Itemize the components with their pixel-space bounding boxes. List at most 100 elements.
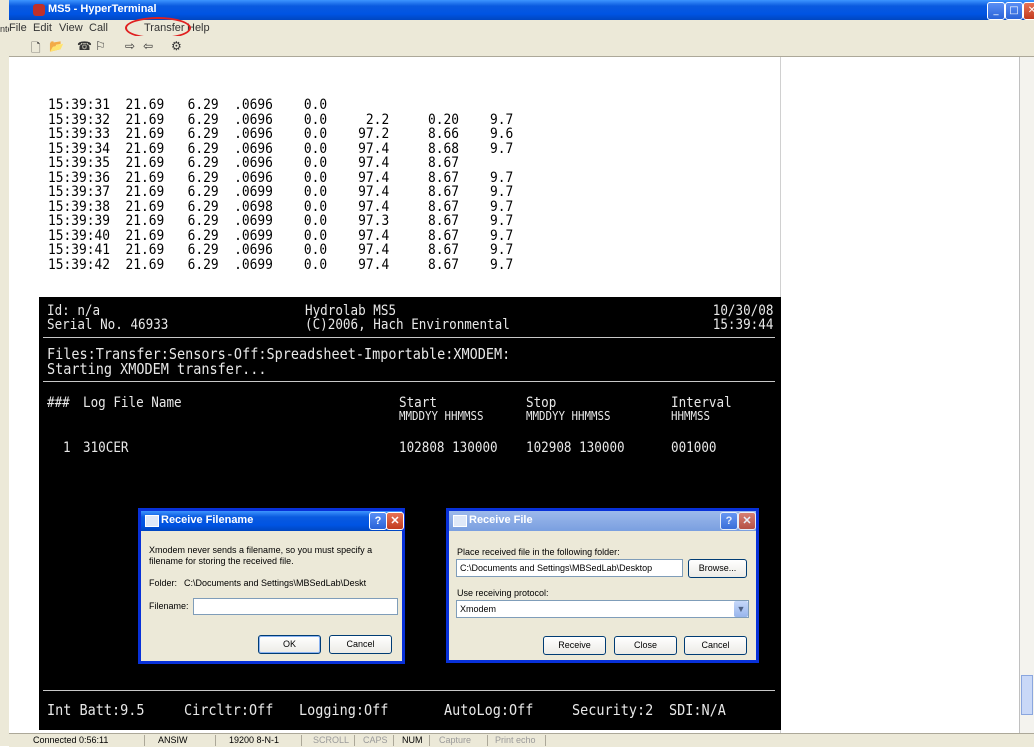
status-separator — [429, 735, 430, 746]
open-icon[interactable]: 📂 — [49, 39, 64, 53]
col-interval-sub: HHMMSS — [671, 409, 711, 423]
terminal-line: 15:39:37 21.69 6.29 .0699 0.0 97.4 8.67 … — [48, 184, 514, 200]
background-window-title: nter — [0, 24, 9, 34]
protocol-select[interactable]: Xmodem — [456, 600, 749, 618]
row-stop: 102908 130000 — [526, 440, 625, 456]
footer-security: Security:2 — [572, 701, 654, 719]
status-separator — [487, 735, 488, 746]
screen-divider-bottom — [43, 690, 775, 691]
terminal-line: 15:39:34 21.69 6.29 .0696 0.0 97.4 8.68 … — [48, 140, 514, 157]
status-scroll: SCROLL — [313, 735, 350, 745]
receive-file-titlebar: Receive File ? ✕ — [449, 511, 756, 531]
receive-filename-titlebar: Receive Filename ? ✕ — [141, 511, 404, 531]
minimize-button[interactable]: _ — [987, 2, 1005, 20]
receive-filename-dialog: Receive Filename ? ✕ Xmodem never sends … — [138, 508, 405, 664]
terminal-line: 15:39:32 21.69 6.29 .0696 0.0 2.2 0.20 9… — [48, 111, 514, 128]
dialog-window-icon — [453, 515, 467, 527]
receive-button[interactable]: Receive — [543, 636, 606, 655]
footer-logging: Logging:Off — [299, 701, 389, 719]
status-separator — [144, 735, 145, 746]
menu-edit[interactable]: Edit — [33, 22, 52, 34]
footer-autolog: AutoLog:Off — [444, 701, 534, 719]
disconnect-icon[interactable]: ☎ — [77, 39, 92, 53]
screen-divider-mid — [43, 381, 775, 382]
close-icon[interactable]: ✕ — [386, 512, 404, 530]
terminal-line: 15:39:39 21.69 6.29 .0699 0.0 97.3 8.67 … — [48, 213, 514, 229]
terminal-line: 15:39:36 21.69 6.29 .0696 0.0 97.4 8.67 … — [48, 169, 514, 186]
screen-copyright: (C)2006, Hach Environmental — [305, 317, 510, 333]
cancel-button[interactable]: Cancel — [684, 636, 747, 655]
status-separator — [354, 735, 355, 746]
row-start: 102808 130000 — [399, 440, 498, 456]
vertical-scrollbar[interactable] — [1019, 57, 1034, 733]
footer-batt: Int Batt:9.5 — [47, 701, 145, 719]
terminal-line: 15:39:35 21.69 6.29 .0696 0.0 97.4 8.67 — [48, 155, 459, 171]
close-button[interactable]: ✕ — [1023, 2, 1034, 20]
menu-file[interactable]: File — [9, 22, 27, 34]
hyperterminal-icon — [33, 4, 45, 16]
status-separator — [301, 735, 302, 746]
folder-label: Folder: — [149, 578, 178, 588]
browse-button[interactable]: Browse... — [688, 559, 747, 578]
filename-input[interactable] — [193, 598, 398, 615]
status-caps: CAPS — [363, 735, 388, 745]
filename-label: Filename: — [149, 601, 189, 611]
screen-time: 15:39:44 — [712, 317, 773, 333]
scrollbar-thumb[interactable] — [1021, 675, 1033, 715]
close-button[interactable]: Close — [614, 636, 677, 655]
maximize-button[interactable]: □ — [1005, 2, 1023, 20]
ok-button[interactable]: OK — [258, 635, 321, 654]
status-num: NUM — [402, 735, 423, 745]
receive-file-title: Receive File — [469, 514, 533, 526]
col-name-header: Log File Name — [83, 395, 182, 411]
receive-file-dialog: Receive File ? ✕ Place received file in … — [446, 508, 759, 663]
terminal-line: 15:39:31 21.69 6.29 .0696 0.0 — [48, 97, 328, 113]
send-icon[interactable]: ⇨ — [125, 39, 135, 53]
terminal-line: 15:39:33 21.69 6.29 .0696 0.0 97.2 8.66 … — [48, 126, 514, 142]
menu-view[interactable]: View — [59, 22, 83, 34]
terminal-line: 15:39:38 21.69 6.29 .0698 0.0 97.4 8.67 … — [48, 198, 514, 215]
properties-icon[interactable]: ⚙ — [171, 39, 182, 53]
terminal-line: 15:39:42 21.69 6.29 .0699 0.0 97.4 8.67 … — [48, 256, 514, 273]
status-emulation: ANSIW — [158, 735, 188, 745]
row-name: 310CER — [83, 440, 129, 456]
place-folder-label: Place received file in the following fol… — [457, 547, 620, 557]
cancel-button[interactable]: Cancel — [329, 635, 392, 654]
status-connected: Connected 0:56:11 — [33, 735, 109, 745]
chevron-down-icon[interactable]: ▼ — [734, 601, 748, 617]
help-icon[interactable]: ? — [720, 512, 738, 530]
terminal-data-lines: 15:39:31 21.69 6.29 .0696 0.0 15:39:32 21… — [48, 98, 513, 272]
toolbar: 🗋 📂 ☎ ⚐ ⇨ ⇦ ⚙ — [9, 36, 1034, 57]
receive-filename-title: Receive Filename — [161, 514, 254, 526]
screen-divider-top — [43, 337, 775, 338]
terminal-line: 15:39:40 21.69 6.29 .0699 0.0 97.4 8.67 … — [48, 227, 514, 244]
status-separator — [393, 735, 394, 746]
status-separator — [215, 735, 216, 746]
receive-icon[interactable]: ⇦ — [143, 39, 153, 53]
phone-icon[interactable]: ⚐ — [95, 39, 106, 53]
status-capture: Capture — [439, 735, 472, 745]
footer-sdi: SDI:N/A — [669, 701, 726, 719]
close-icon[interactable]: ✕ — [738, 512, 756, 530]
dialog-window-icon — [145, 515, 159, 527]
status-separator — [545, 735, 546, 746]
status-bar: Connected 0:56:11 ANSIW 19200 8-N-1 SCRO… — [9, 733, 1034, 747]
footer-circltr: Circltr:Off — [184, 701, 274, 719]
receive-folder-input[interactable]: C:\Documents and Settings\MBSedLab\Deskt… — [456, 559, 683, 577]
window-title: MS5 - HyperTerminal — [48, 3, 157, 15]
terminal-line: 15:39:41 21.69 6.29 .0696 0.0 97.4 8.67 … — [48, 242, 514, 258]
row-num: 1 — [63, 440, 71, 456]
col-start-sub: MMDDYY HHMMSS — [399, 409, 484, 423]
protocol-label: Use receiving protocol: — [457, 588, 549, 598]
filename-message: Xmodem never sends a filename, so you mu… — [149, 545, 373, 566]
help-icon[interactable]: ? — [369, 512, 387, 530]
status-print-echo: Print echo — [495, 735, 536, 745]
status-settings: 19200 8-N-1 — [229, 735, 280, 745]
folder-value: C:\Documents and Settings\MBSedLab\Deskt — [184, 578, 367, 588]
row-interval: 001000 — [671, 440, 717, 456]
screen-serial: Serial No. 46933 — [47, 317, 169, 333]
col-stop-sub: MMDDYY HHMMSS — [526, 409, 611, 423]
col-num-header: ### — [47, 395, 70, 411]
menu-call[interactable]: Call — [89, 22, 108, 34]
screen-status: Starting XMODEM transfer... — [47, 360, 267, 378]
